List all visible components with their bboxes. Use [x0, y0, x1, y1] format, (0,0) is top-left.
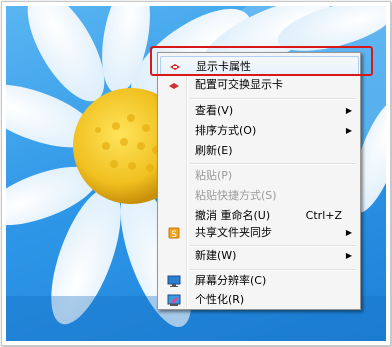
menu-item-label: 排序方式(O) — [195, 124, 257, 137]
menu-item-label: 粘贴快捷方式(S) — [195, 189, 277, 202]
switchable-graphics-icon — [167, 78, 181, 92]
menu-item-label: 新建(W) — [195, 249, 237, 262]
menu-item-screen-resolution[interactable]: 屏幕分辨率(C) — [160, 271, 358, 291]
submenu-arrow-icon: ▶ — [345, 126, 352, 135]
menu-separator — [190, 163, 356, 165]
screen-resolution-icon — [167, 274, 181, 288]
sync-folder-icon: S — [167, 226, 181, 240]
menu-item-label: 共享文件夹同步 — [195, 226, 272, 239]
menu-item-label: 屏幕分辨率(C) — [195, 274, 267, 287]
menu-item-label: 刷新(E) — [195, 144, 233, 157]
menu-separator — [190, 98, 356, 100]
menu-item-personalize[interactable]: 个性化(R) — [160, 290, 358, 310]
desktop-context-menu: 显示卡属性 配置可交换显示卡 查看(V) ▶ 排序方式(O) ▶ 刷新(E) 粘… — [157, 52, 361, 310]
submenu-arrow-icon: ▶ — [345, 106, 352, 115]
menu-item-label: 粘贴(P) — [195, 169, 233, 182]
submenu-arrow-icon: ▶ — [345, 251, 352, 260]
screenshot-frame: 显示卡属性 配置可交换显示卡 查看(V) ▶ 排序方式(O) ▶ 刷新(E) 粘… — [1, 1, 391, 346]
submenu-arrow-icon: ▶ — [345, 228, 352, 237]
menu-item-label: 查看(V) — [195, 104, 234, 117]
menu-item-sort-by[interactable]: 排序方式(O) ▶ — [160, 121, 358, 141]
menu-item-view[interactable]: 查看(V) ▶ — [160, 101, 358, 121]
annotation-highlight-frame — [150, 46, 373, 76]
personalize-icon — [167, 293, 181, 307]
menu-item-label: 个性化(R) — [195, 293, 245, 306]
desktop-wallpaper[interactable]: 显示卡属性 配置可交换显示卡 查看(V) ▶ 排序方式(O) ▶ 刷新(E) 粘… — [6, 6, 386, 341]
menu-item-refresh[interactable]: 刷新(E) — [160, 141, 358, 161]
menu-item-paste-shortcut: 粘贴快捷方式(S) — [160, 186, 358, 206]
menu-item-sync-shared-folder[interactable]: S 共享文件夹同步 ▶ — [160, 223, 358, 243]
menu-item-paste: 粘贴(P) — [160, 166, 358, 186]
svg-text:S: S — [171, 230, 177, 240]
menu-item-switchable-graphics[interactable]: 配置可交换显示卡 — [160, 75, 358, 95]
menu-item-label: 配置可交换显示卡 — [195, 78, 283, 91]
menu-item-new[interactable]: 新建(W) ▶ — [160, 246, 358, 266]
